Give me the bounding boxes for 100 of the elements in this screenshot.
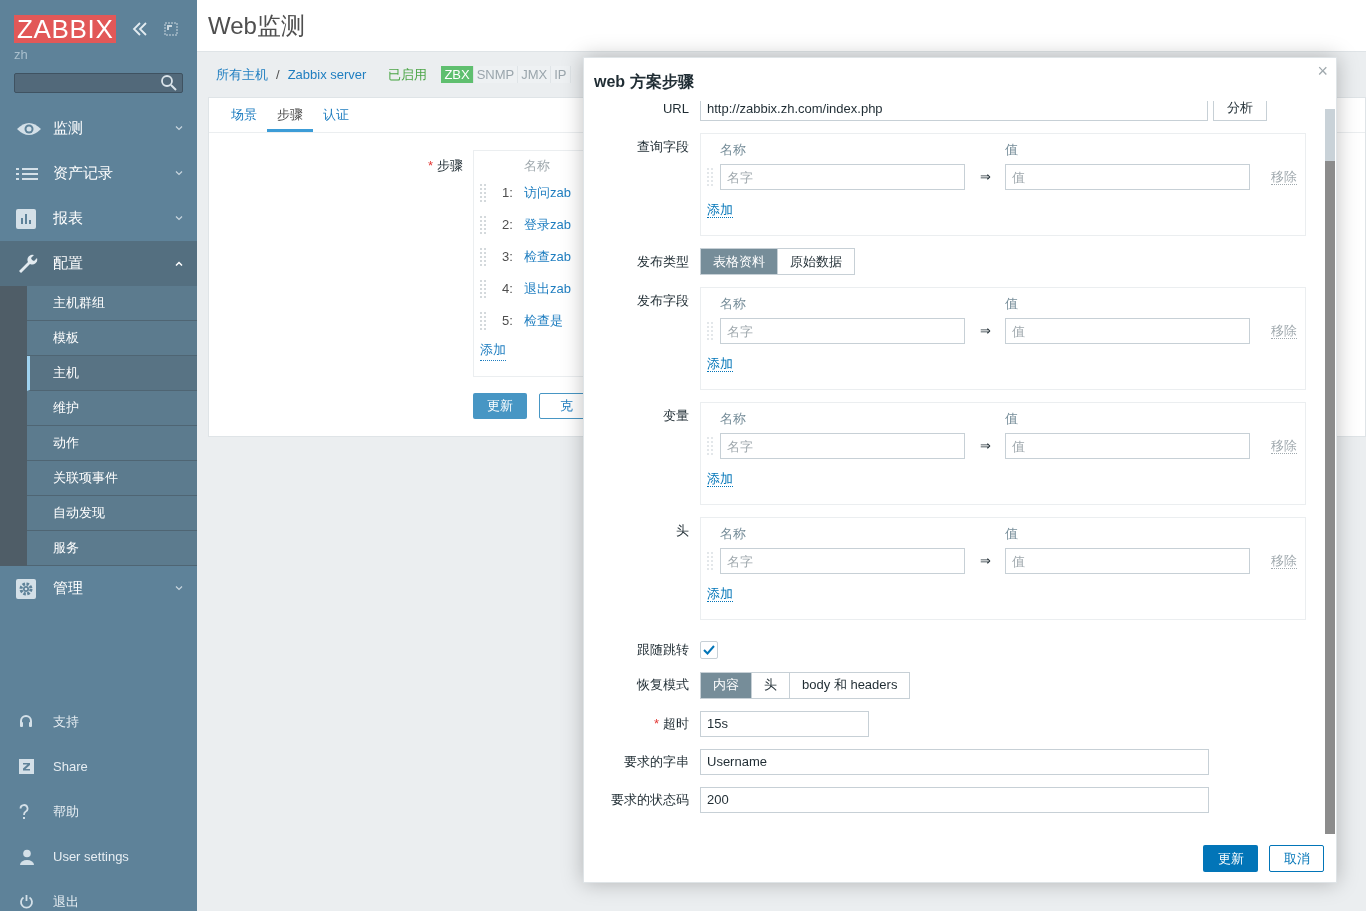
arrow-symbol: ⇒ — [978, 322, 992, 341]
menu-item[interactable]: 支持 — [0, 699, 197, 744]
drag-handle-icon[interactable] — [707, 437, 713, 455]
cancel-button[interactable]: 取消 — [1269, 845, 1324, 872]
segment-button[interactable]: 表格资料 — [700, 248, 778, 275]
menu-item[interactable]: Share — [0, 744, 197, 789]
collapse-icon[interactable] — [132, 22, 149, 36]
submenu-item[interactable]: 模板 — [27, 321, 197, 356]
step-link[interactable]: 访问zab — [524, 183, 571, 203]
step-link[interactable]: 检查zab — [524, 247, 571, 267]
field-label: 恢复模式 — [637, 676, 689, 695]
field-label: 发布类型 — [637, 252, 689, 271]
submenu-item[interactable]: 主机 — [27, 356, 197, 391]
input-field[interactable]: 值 — [1005, 164, 1250, 190]
add-link[interactable]: 添加 — [707, 586, 733, 602]
update-button[interactable]: 更新 — [473, 393, 527, 419]
submenu-item[interactable]: 服务 — [27, 531, 197, 566]
expand-icon[interactable] — [164, 22, 179, 36]
tab[interactable]: 场景 — [221, 98, 267, 132]
add-link[interactable]: 添加 — [707, 202, 733, 218]
parse-button[interactable]: 分析 — [1213, 101, 1267, 121]
close-button[interactable]: × — [1317, 62, 1328, 80]
segment-button[interactable]: 原始数据 — [777, 248, 855, 275]
input-field[interactable]: 名字 — [720, 548, 965, 574]
zabbix-logo[interactable]: ZABBIX — [14, 15, 117, 43]
drag-handle-icon[interactable] — [480, 216, 486, 234]
add-link[interactable]: 添加 — [707, 471, 733, 487]
update-button[interactable]: 更新 — [1203, 845, 1258, 872]
breadcrumb-link[interactable]: Zabbix server — [287, 64, 367, 85]
submenu-item[interactable]: 自动发现 — [27, 496, 197, 531]
chevron-down-icon — [175, 216, 183, 221]
search-field[interactable] — [14, 73, 183, 93]
submenu-item[interactable]: 动作 — [27, 426, 197, 461]
segment-button[interactable]: 内容 — [700, 671, 752, 699]
step-link[interactable]: 退出zab — [524, 279, 571, 299]
remove-link[interactable]: 移除 — [1271, 169, 1297, 185]
field-label: URL — [663, 101, 689, 118]
eye-icon — [16, 120, 42, 137]
input-field[interactable]: http://zabbix.zh.com/index.php — [700, 101, 1208, 121]
remove-link[interactable]: 移除 — [1271, 553, 1297, 569]
menu-item[interactable]: 监测 — [0, 106, 197, 151]
tab[interactable]: 认证 — [313, 98, 359, 132]
remove-link[interactable]: 移除 — [1271, 438, 1297, 454]
add-link[interactable]: 添加 — [707, 356, 733, 372]
chevron-down-icon — [175, 586, 183, 591]
breadcrumb-link[interactable]: 所有主机 — [216, 64, 268, 85]
menu-item[interactable]: User settings — [0, 834, 197, 879]
field-label: 要求的状态码 — [611, 790, 689, 809]
z-square-icon — [19, 759, 34, 774]
drag-handle-icon[interactable] — [707, 168, 713, 186]
remove-link[interactable]: 移除 — [1271, 323, 1297, 339]
check-icon — [703, 644, 715, 655]
input-field[interactable]: 15s — [700, 710, 869, 737]
drag-handle-icon[interactable] — [707, 322, 713, 340]
drag-handle-icon[interactable] — [480, 248, 486, 266]
input-field[interactable]: Username — [700, 748, 1209, 775]
input-field[interactable]: 值 — [1005, 318, 1250, 344]
availability-tag: ZBX — [441, 66, 474, 83]
search-icon — [160, 74, 178, 92]
menu-item[interactable]: 管理 — [0, 566, 197, 611]
user-name: zh — [13, 47, 29, 63]
menu-item[interactable]: 退出 — [0, 879, 197, 911]
menu-item[interactable]: 配置 — [0, 241, 197, 286]
column-header: 名称 — [720, 410, 747, 427]
step-link[interactable]: 检查是 — [524, 311, 563, 331]
chevron-down-icon — [175, 126, 183, 131]
breadcrumb-separator: / — [276, 65, 280, 84]
field-label: 要求的字串 — [624, 752, 689, 771]
tab[interactable]: 步骤 — [267, 98, 313, 132]
arrow-symbol: ⇒ — [978, 437, 992, 456]
submenu-item[interactable]: 关联项事件 — [27, 461, 197, 496]
chevron-up-icon — [175, 261, 183, 266]
add-link[interactable]: 添加 — [480, 340, 506, 361]
drag-handle-icon[interactable] — [707, 552, 713, 570]
bar-chart-icon — [16, 208, 36, 229]
menu-item[interactable]: 帮助 — [0, 789, 197, 834]
drag-handle-icon[interactable] — [480, 184, 486, 202]
drag-handle-icon[interactable] — [480, 312, 486, 330]
submenu-item[interactable]: 主机群组 — [27, 286, 197, 321]
scrollbar[interactable] — [1325, 109, 1335, 834]
step-number: 5: — [502, 312, 514, 331]
menu-item[interactable]: 报表 — [0, 196, 197, 241]
checkbox[interactable] — [700, 640, 718, 659]
column-header: 值 — [1005, 141, 1018, 158]
segment-button[interactable]: 头 — [751, 671, 790, 699]
segment-button[interactable]: body 和 headers — [789, 671, 911, 699]
submenu-item[interactable]: 维护 — [27, 391, 197, 426]
step-link[interactable]: 登录zab — [524, 215, 571, 235]
input-field[interactable]: 名字 — [720, 433, 965, 459]
status-text: 已启用 — [388, 65, 428, 84]
drag-handle-icon[interactable] — [480, 280, 486, 298]
gear-icon — [16, 578, 36, 599]
input-field[interactable]: 200 — [700, 786, 1209, 813]
step-number: 3: — [502, 248, 514, 267]
input-field[interactable]: 名字 — [720, 164, 965, 190]
menu-item[interactable]: 资产记录 — [0, 151, 197, 196]
arrow-symbol: ⇒ — [978, 168, 992, 187]
input-field[interactable]: 名字 — [720, 318, 965, 344]
input-field[interactable]: 值 — [1005, 433, 1250, 459]
input-field[interactable]: 值 — [1005, 548, 1250, 574]
